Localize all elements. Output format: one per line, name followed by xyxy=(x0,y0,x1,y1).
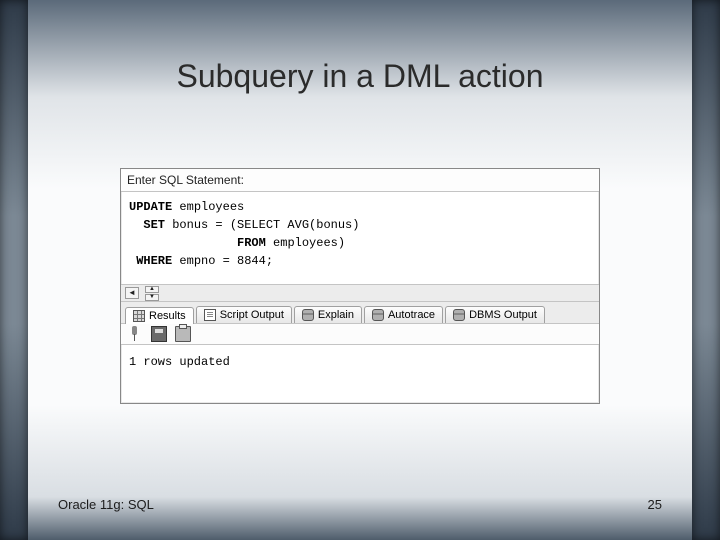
scroll-up-button[interactable]: ▲ xyxy=(145,286,159,293)
tab-label: Results xyxy=(149,310,186,322)
output-text: 1 rows updated xyxy=(121,345,599,403)
sql-keyword: SET xyxy=(143,218,165,232)
sql-keyword: UPDATE xyxy=(129,200,172,214)
pin-icon[interactable] xyxy=(127,326,143,342)
tab-explain[interactable]: Explain xyxy=(294,306,362,323)
tab-script-output[interactable]: Script Output xyxy=(196,306,292,323)
window-header: Enter SQL Statement: xyxy=(121,169,599,192)
save-icon[interactable] xyxy=(151,326,167,342)
doc-icon xyxy=(204,309,216,321)
scroll-down-button[interactable]: ▼ xyxy=(145,294,159,301)
print-icon[interactable] xyxy=(175,326,191,342)
sql-keyword: FROM xyxy=(237,236,266,250)
tab-label: DBMS Output xyxy=(469,309,537,321)
scroll-row: ◄ ▲ ▼ xyxy=(121,284,599,301)
output-toolbar xyxy=(121,323,599,345)
tab-label: Script Output xyxy=(220,309,284,321)
tab-autotrace[interactable]: Autotrace xyxy=(364,306,443,323)
db-icon xyxy=(302,309,314,321)
tab-dbms-output[interactable]: DBMS Output xyxy=(445,306,545,323)
sql-keyword: WHERE xyxy=(136,254,172,268)
scroll-left-button[interactable]: ◄ xyxy=(125,287,139,299)
footer-right: 25 xyxy=(648,497,662,512)
slide-title: Subquery in a DML action xyxy=(0,58,720,95)
scroll-updown: ▲ ▼ xyxy=(145,286,159,301)
tab-results[interactable]: Results xyxy=(125,307,194,324)
result-tabs: Results Script Output Explain Autotrace DBMS… xyxy=(121,301,599,323)
tab-label: Autotrace xyxy=(388,309,435,321)
sql-editor[interactable]: UPDATE employees SET bonus = (SELECT AVG… xyxy=(121,192,599,284)
db-icon xyxy=(372,309,384,321)
slide: Subquery in a DML action Enter SQL State… xyxy=(0,0,720,540)
db-icon xyxy=(453,309,465,321)
slide-footer: Oracle 11g: SQL 25 xyxy=(58,497,662,512)
grid-icon xyxy=(133,310,145,322)
sql-window: Enter SQL Statement: UPDATE employees SE… xyxy=(120,168,600,404)
tab-label: Explain xyxy=(318,309,354,321)
footer-left: Oracle 11g: SQL xyxy=(58,497,154,512)
